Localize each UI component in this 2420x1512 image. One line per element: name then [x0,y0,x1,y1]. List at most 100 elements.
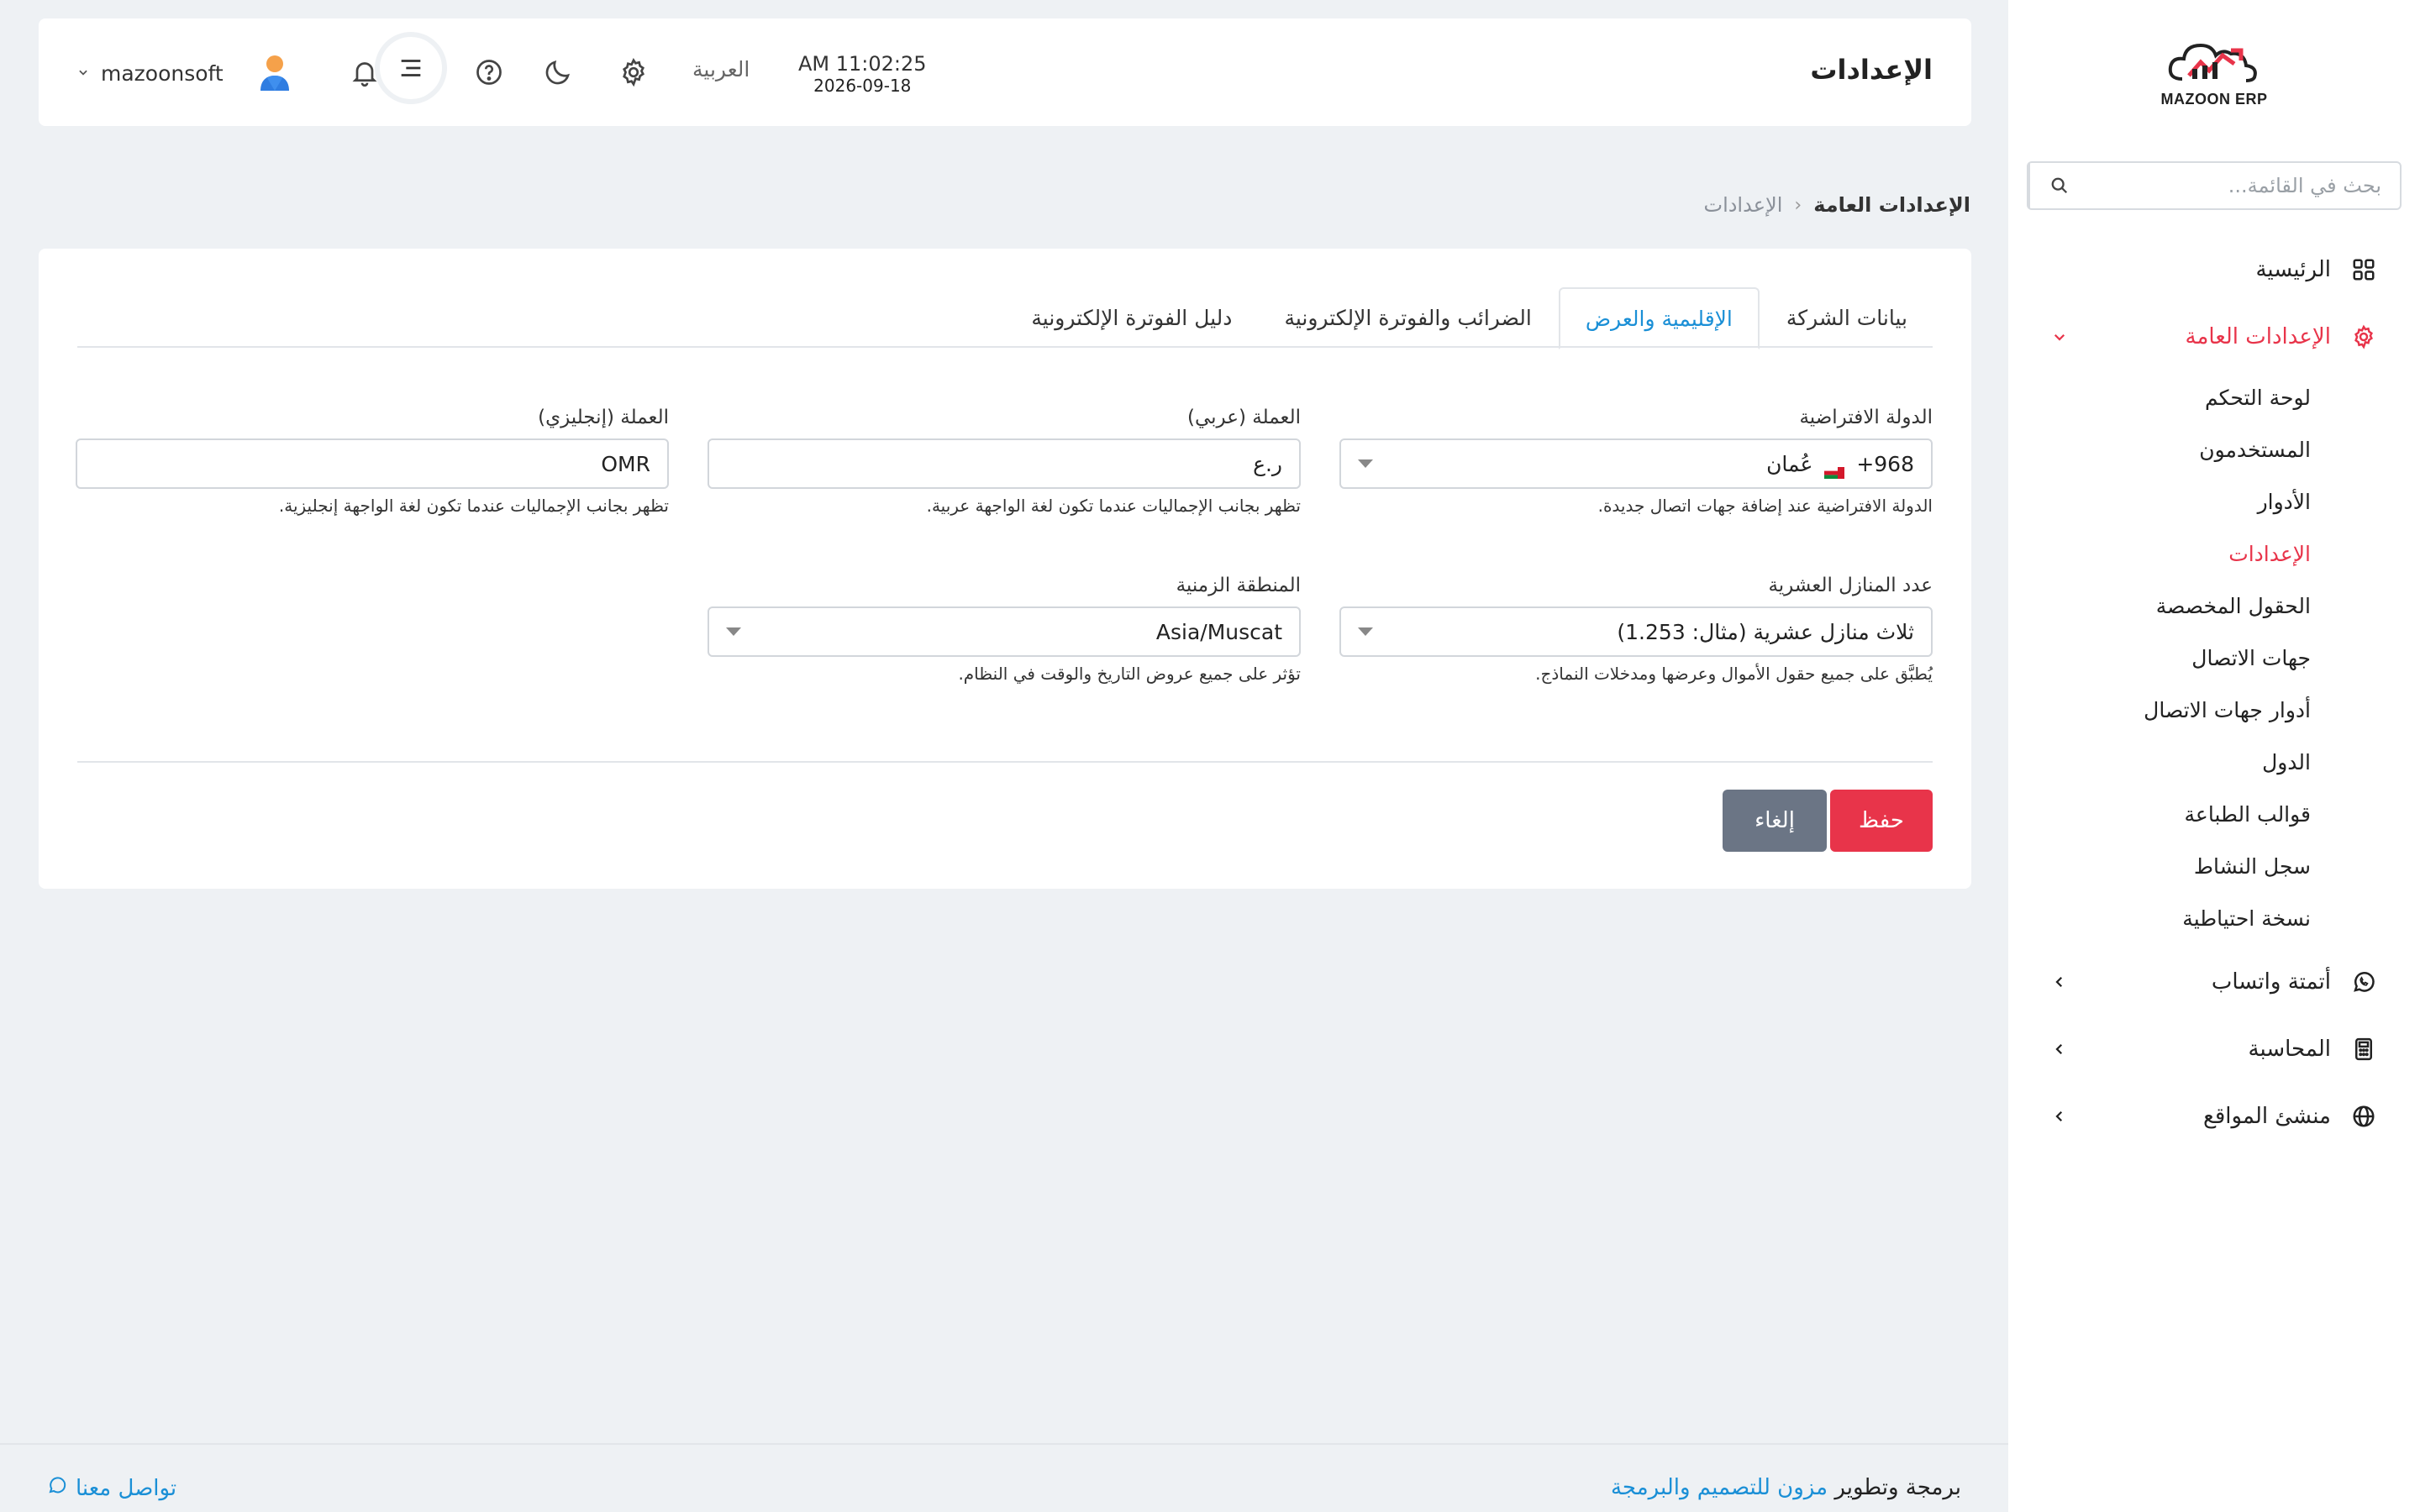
save-button[interactable]: حفظ [1830,790,1933,852]
sidebar-subitem-countries[interactable]: الدول [2008,736,2311,788]
sidebar-item-label: الإعدادات العامة [2185,324,2331,349]
sidebar-item-label: أتمتة واتساب [2211,969,2331,995]
field-label: عدد المنازل العشرية [1768,575,1933,596]
dropdown-arrow-icon [726,627,741,636]
tab-einvoice-guide[interactable]: دليل الفوترة الإلكترونية [1006,287,1257,348]
currency-ar-field: العملة (عربي) ر.ع تظهر بجانب الإجماليات … [708,407,1301,516]
avatar [254,50,296,96]
oman-flag-icon [1824,459,1845,479]
sidebar-subitem-dashboard[interactable]: لوحة التحكم [2008,371,2311,423]
header-clock: AM 11:02:25 2026-09-18 [798,52,927,96]
chevron-left-icon [2050,973,2069,991]
sidebar-search-input[interactable] [2089,163,2400,208]
field-hint: تظهر بجانب الإجماليات عندما تكون لغة الو… [926,496,1301,516]
page-footer: برمجة وتطوير مزون للتصميم والبرمجة تواصل… [0,1443,2008,1512]
user-menu[interactable]: mazoonsoft [77,50,296,96]
breadcrumb: الإعدادات العامة ‹ الإعدادات [1703,193,1970,217]
gear-icon [2349,323,2378,351]
brand-logo[interactable]: MAZOON ERP [2118,34,2311,118]
sidebar-item-whatsapp[interactable]: أتمتة واتساب [2008,956,2420,1008]
select-value: Asia/Muscat [1155,619,1282,644]
cancel-button[interactable]: إلغاء [1723,790,1827,852]
currency-en-input[interactable]: OMR [76,438,669,489]
top-header: الإعدادات AM 11:02:25 2026-09-18 العربية… [39,18,1971,126]
sidebar-item-accounting[interactable]: المحاسبة [2008,1023,2420,1075]
decimals-field: عدد المنازل العشرية ثلاث منازل عشرية (مث… [1339,575,1933,684]
breadcrumb-current: الإعدادات العامة [1813,193,1970,217]
field-label: العملة (عربي) [1187,407,1301,428]
chevron-left-icon [2050,1040,2069,1058]
moon-icon[interactable] [539,54,576,91]
credit-prefix: برمجة وتطوير [1834,1475,1961,1500]
tab-tax-einvoice[interactable]: الضرائب والفوترة الإلكترونية [1259,287,1556,348]
chevron-down-icon [77,65,89,82]
chevron-left-icon: ‹ [1794,194,1802,216]
whatsapp-icon [47,1475,67,1501]
default-country-select[interactable]: +968 عُمان [1339,438,1933,489]
currency-en-field: العملة (إنجليزي) OMR تظهر بجانب الإجمالي… [76,407,669,516]
sidebar-subitem-activity-log[interactable]: سجل النشاط [2008,840,2311,892]
menu-toggle-button[interactable] [375,32,447,104]
settings-card: بيانات الشركة الإقليمية والعرض الضرائب و… [39,249,1971,889]
dropdown-arrow-icon [1358,627,1373,636]
sidebar-subitem-roles[interactable]: الأدوار [2008,475,2311,528]
sidebar-item-label: المحاسبة [2248,1037,2331,1062]
chevron-left-icon [2050,1107,2069,1126]
timezone-select[interactable]: Asia/Muscat [708,606,1301,657]
help-icon[interactable] [471,54,508,91]
field-hint: الدولة الافتراضية عند إضافة جهات اتصال ج… [1597,496,1933,516]
settings-gear-icon[interactable] [615,54,652,91]
field-label: العملة (إنجليزي) [538,407,669,428]
tab-company-data[interactable]: بيانات الشركة [1761,287,1933,348]
page-title: الإعدادات [1810,54,1933,86]
country-name: عُمان [1766,451,1813,476]
default-country-field: الدولة الافتراضية +968 عُمان الدولة الاف… [1339,407,1933,516]
sidebar-nav: الرئيسية الإعدادات العامة لوحة التحكم ال… [2008,244,2420,1142]
globe-icon [2349,1102,2378,1131]
search-icon[interactable] [2028,163,2089,208]
sidebar-item-home[interactable]: الرئيسية [2008,244,2420,296]
credit-link[interactable]: مزون للتصميم والبرمجة [1611,1475,1828,1500]
decimals-select[interactable]: ثلاث منازل عشرية (مثال: 1.253) [1339,606,1933,657]
username: mazoonsoft [101,60,224,86]
select-value: +968 عُمان [1386,451,1914,479]
menu-icon [401,60,421,76]
form-divider [77,761,1933,763]
currency-ar-input[interactable]: ر.ع [708,438,1301,489]
field-hint: تظهر بجانب الإجماليات عندما تكون لغة الو… [278,496,669,516]
contact-label: تواصل معنا [76,1475,177,1501]
field-label: المنطقة الزمنية [1176,575,1301,596]
settings-tabs: بيانات الشركة الإقليمية والعرض الضرائب و… [77,287,1933,349]
calculator-icon [2349,1035,2378,1063]
select-value: ثلاث منازل عشرية (مثال: 1.253) [1617,619,1914,644]
sidebar-item-label: الرئيسية [2255,257,2331,282]
language-switch[interactable]: العربية [692,57,750,81]
sidebar-subitem-backup[interactable]: نسخة احتياطية [2008,892,2311,944]
field-label: الدولة الافتراضية [1799,407,1933,428]
sidebar-item-general-settings[interactable]: الإعدادات العامة [2008,311,2420,363]
breadcrumb-parent[interactable]: الإعدادات [1703,193,1782,217]
clock-date: 2026-09-18 [813,76,912,96]
country-code: +968 [1856,451,1914,476]
sidebar-subitem-custom-fields[interactable]: الحقول المخصصة [2008,580,2311,632]
sidebar: MAZOON ERP الرئيسية الإعدادات العامة لوح… [2008,0,2420,1512]
field-hint: يُطبَّق على جميع حقول الأموال وعرضها ومد… [1535,664,1933,684]
sidebar-item-site-builder[interactable]: منشئ المواقع [2008,1090,2420,1142]
sidebar-subitem-settings[interactable]: الإعدادات [2008,528,2311,580]
chevron-down-icon [2050,328,2069,346]
sidebar-subitem-users[interactable]: المستخدمون [2008,423,2311,475]
sidebar-search [2027,161,2402,210]
dropdown-arrow-icon [1358,459,1373,468]
sidebar-subitem-contact-roles[interactable]: أدوار جهات الاتصال [2008,684,2311,736]
sidebar-submenu: لوحة التحكم المستخدمون الأدوار الإعدادات… [2008,371,2420,944]
sidebar-item-label: منشئ المواقع [2202,1104,2331,1129]
clock-time: AM 11:02:25 [798,52,927,76]
sidebar-subitem-print-templates[interactable]: قوالب الطباعة [2008,788,2311,840]
input-value: ر.ع [1253,451,1282,476]
tab-regional-display[interactable]: الإقليمية والعرض [1558,287,1760,349]
brand-name: MAZOON ERP [2160,91,2268,108]
contact-us-link[interactable]: تواصل معنا [47,1475,176,1501]
whatsapp-icon [2349,968,2378,996]
timezone-field: المنطقة الزمنية Asia/Muscat تؤثر على جمي… [708,575,1301,684]
sidebar-subitem-contacts[interactable]: جهات الاتصال [2008,632,2311,684]
